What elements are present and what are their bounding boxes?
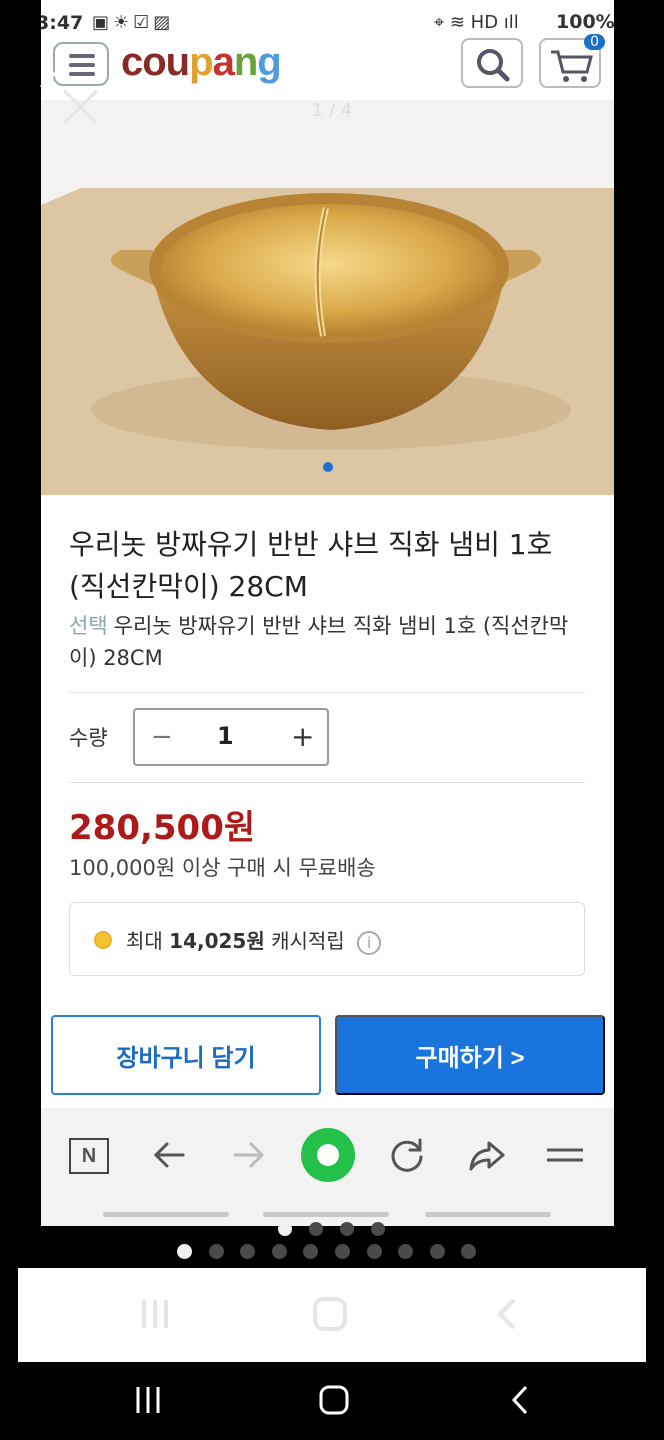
page-dot[interactable] [177, 1244, 192, 1259]
buy-now-button[interactable]: 구매하기 > [335, 1015, 605, 1095]
page-dot[interactable] [303, 1244, 319, 1259]
product-price: 280,500원 [69, 808, 256, 848]
page-dot[interactable] [371, 1222, 385, 1236]
system-nav-bar [0, 1362, 664, 1440]
page-dot[interactable] [240, 1244, 256, 1259]
scroll-indicator [103, 1212, 229, 1217]
forward-arrow-icon[interactable] [227, 1132, 271, 1178]
coin-icon [94, 931, 112, 949]
page-dot[interactable] [335, 1244, 350, 1259]
recent-apps-icon [138, 1296, 172, 1336]
quantity-minus-button[interactable]: − [151, 722, 173, 752]
quantity-plus-button[interactable]: + [291, 720, 314, 753]
refresh-icon[interactable] [385, 1132, 429, 1178]
product-screenshot: 3:47 ▣☀☑▨ ⌖ ≋ HD ıll 100% coupang 0 우리놋 … [41, 0, 614, 1226]
naver-n-icon[interactable]: N [69, 1138, 109, 1174]
home-button-icon [312, 1296, 348, 1336]
page-dot[interactable] [461, 1244, 477, 1259]
recent-apps-icon[interactable] [134, 1384, 164, 1420]
cash-amount: 14,025원 [169, 929, 265, 953]
shipping-info: 100,000원 이상 구매 시 무료배송 [69, 856, 376, 880]
quantity-value[interactable]: 1 [217, 722, 234, 750]
divider [69, 782, 585, 783]
page-dot[interactable] [271, 1244, 287, 1259]
screenshot-page-dots [0, 1222, 664, 1236]
home-button-icon[interactable] [318, 1384, 350, 1420]
menu-icon[interactable] [543, 1132, 587, 1178]
faded-nav-bar [18, 1268, 646, 1362]
home-icon[interactable] [301, 1128, 355, 1182]
page-dot[interactable] [309, 1222, 323, 1236]
cash-reward-box: 최대 14,025원 캐시적립 i [69, 902, 585, 976]
share-icon[interactable] [465, 1132, 509, 1178]
scroll-indicator [263, 1212, 389, 1217]
cash-reward-text: 최대 14,025원 캐시적립 i [126, 925, 382, 955]
back-nav-icon [492, 1296, 522, 1336]
page-dot[interactable] [340, 1222, 354, 1236]
quantity-label: 수량 [69, 726, 108, 750]
add-to-cart-button[interactable]: 장바구니 담기 [51, 1015, 321, 1095]
back-arrow-icon[interactable] [147, 1132, 191, 1178]
scroll-indicator [425, 1212, 551, 1217]
divider [69, 692, 585, 693]
product-title: 우리놋 방짜유기 반반 샤브 직화 냄비 1호 (직선칸막이) 28CM [69, 528, 553, 603]
image-indicator-dot [323, 462, 333, 472]
gallery-page-dots [0, 1244, 664, 1260]
page-dot[interactable] [278, 1222, 292, 1236]
page-dot[interactable] [429, 1244, 445, 1259]
browser-toolbar: N [41, 1108, 614, 1226]
back-nav-icon[interactable] [506, 1384, 534, 1420]
info-icon[interactable]: i [357, 930, 382, 955]
option-value: 우리놋 방짜유기 반반 샤브 직화 냄비 1호 (직선칸막이) 28CM [69, 614, 569, 670]
page-dot[interactable] [208, 1244, 224, 1259]
page-dot[interactable] [366, 1244, 382, 1259]
product-image[interactable] [41, 100, 614, 495]
close-icon[interactable] [62, 88, 100, 126]
option-line: 선택 우리놋 방짜유기 반반 샤브 직화 냄비 1호 (직선칸막이) 28CM [69, 610, 589, 674]
page-dot[interactable] [398, 1244, 414, 1259]
option-label: 선택 [69, 614, 108, 638]
quantity-stepper: − 1 + [133, 708, 329, 766]
